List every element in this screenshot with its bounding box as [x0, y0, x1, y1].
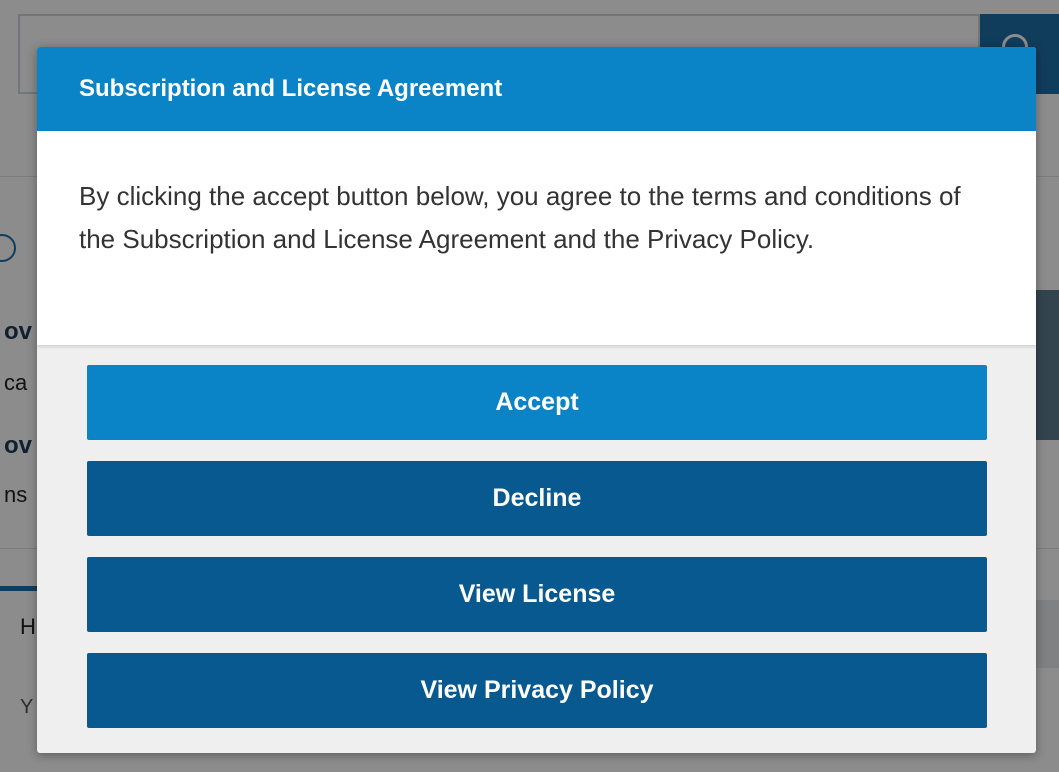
license-agreement-dialog: Subscription and License Agreement By cl… [37, 47, 1036, 753]
dialog-message: By clicking the accept button below, you… [37, 131, 1036, 345]
view-privacy-policy-button[interactable]: View Privacy Policy [87, 653, 987, 728]
dialog-actions: Accept Decline View License View Privacy… [37, 345, 1036, 728]
decline-button[interactable]: Decline [87, 461, 987, 536]
accept-button[interactable]: Accept [87, 365, 987, 440]
dialog-title: Subscription and License Agreement [37, 47, 1036, 131]
view-license-button[interactable]: View License [87, 557, 987, 632]
